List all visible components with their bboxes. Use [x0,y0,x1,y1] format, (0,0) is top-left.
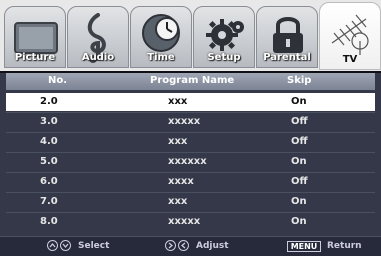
row-skip-value: On [291,216,307,227]
table-header: No. Program Name Skip [6,73,375,90]
table-row[interactable]: 2.0 xxx On [6,93,375,111]
tab-picture[interactable]: Picture [4,6,66,68]
select-hint: Select [78,241,110,251]
row-skip-value: On [291,156,307,167]
menu-key-icon: MENU [287,241,321,252]
adjust-hint: Adjust [196,241,229,251]
tv-menu-screen: Picture Audio Time Setup Parental TV No.… [0,0,381,256]
program-list-panel: No. Program Name Skip 2.0 xxx On 3.0 xxx… [0,73,381,236]
row-number: 4.0 [40,136,58,147]
menu-tab-bar: Picture Audio Time Setup Parental TV [0,0,381,73]
row-number: 6.0 [40,176,58,187]
row-program-name: xxx [168,96,188,107]
tab-label: Picture [14,52,56,63]
tab-label: Parental [263,52,311,63]
tab-audio[interactable]: Audio [67,6,129,68]
table-row[interactable]: 5.0 xxxxxx On [6,153,375,171]
tab-time[interactable]: Time [130,6,192,68]
row-skip-value: Off [291,176,308,187]
tab-label: Time [147,52,175,63]
table-row[interactable]: 6.0 xxxx Off [6,173,375,191]
row-number: 2.0 [40,96,58,107]
row-program-name: xxx [168,136,188,147]
return-hint: Return [327,241,362,251]
tab-tv[interactable]: TV [319,2,381,70]
tab-label: Setup [207,52,241,63]
down-arrow-icon [60,240,71,251]
row-skip-value: Off [291,136,308,147]
row-skip-value: Off [291,116,308,127]
tab-parental[interactable]: Parental [256,6,318,68]
table-row[interactable]: 3.0 xxxxx Off [6,113,375,131]
left-arrow-icon [178,240,189,251]
header-program-name: Program Name [150,75,235,86]
right-arrow-icon [165,240,176,251]
row-number: 8.0 [40,216,58,227]
row-skip-value: On [291,196,307,207]
row-program-name: xxxx [168,176,194,187]
row-program-name: xxxxxx [168,156,207,167]
row-number: 7.0 [40,196,58,207]
header-skip: Skip [287,75,312,86]
key-hint-footer: Select Adjust MENU Return [0,236,381,256]
tab-setup[interactable]: Setup [193,6,255,68]
header-no: No. [48,75,68,86]
table-row[interactable]: 8.0 xxxxx On [6,213,375,231]
row-program-name: xxxxx [168,216,201,227]
row-program-name: xxxxx [168,116,201,127]
up-arrow-icon [47,240,58,251]
row-program-name: xxx [168,196,188,207]
table-row[interactable]: 4.0 xxx Off [6,133,375,151]
row-number: 5.0 [40,156,58,167]
tab-label: TV [342,54,358,65]
row-skip-value: On [291,96,307,107]
table-row[interactable]: 7.0 xxx On [6,193,375,211]
tab-label: Audio [81,52,115,63]
row-number: 3.0 [40,116,58,127]
